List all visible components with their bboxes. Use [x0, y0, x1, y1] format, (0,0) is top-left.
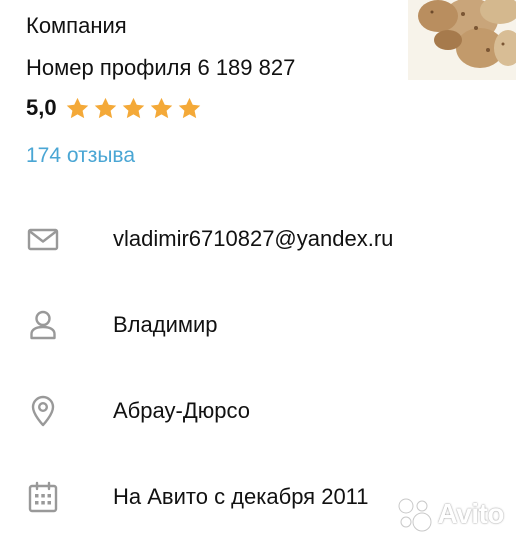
- star-icon: [150, 97, 172, 118]
- info-row-name: Владимир: [26, 303, 516, 347]
- rating-row: 5,0: [26, 93, 202, 123]
- rating-stars: [65, 96, 202, 121]
- avito-logo-icon: [398, 498, 432, 532]
- star-icon: [122, 97, 144, 118]
- star-icon: [178, 97, 200, 118]
- reviews-link[interactable]: 174 отзыва: [26, 142, 135, 170]
- profile-number: Номер профиля 6 189 827: [26, 55, 296, 80]
- company-label: Компания: [26, 13, 127, 38]
- seller-name: Владимир: [113, 312, 218, 337]
- jerusalem-artichoke-image: [408, 0, 516, 80]
- star-icon: [66, 97, 88, 118]
- member-since: На Авито с декабря 2011: [113, 484, 369, 509]
- user-icon: [26, 308, 60, 342]
- location-pin-icon: [26, 394, 60, 428]
- product-photo: [408, 0, 516, 80]
- seller-city: Абрау-Дюрсо: [113, 398, 250, 423]
- email-text: vladimir6710827@yandex.ru: [113, 226, 394, 251]
- avito-watermark: Avito: [394, 494, 505, 534]
- mail-icon: [26, 222, 60, 256]
- calendar-icon: [26, 480, 60, 514]
- star-icon: [94, 97, 116, 118]
- rating-value: 5,0: [26, 95, 57, 120]
- watermark-text: Avito: [437, 498, 505, 529]
- info-row-city: Абрау-Дюрсо: [26, 389, 516, 433]
- info-row-email[interactable]: vladimir6710827@yandex.ru: [26, 217, 516, 261]
